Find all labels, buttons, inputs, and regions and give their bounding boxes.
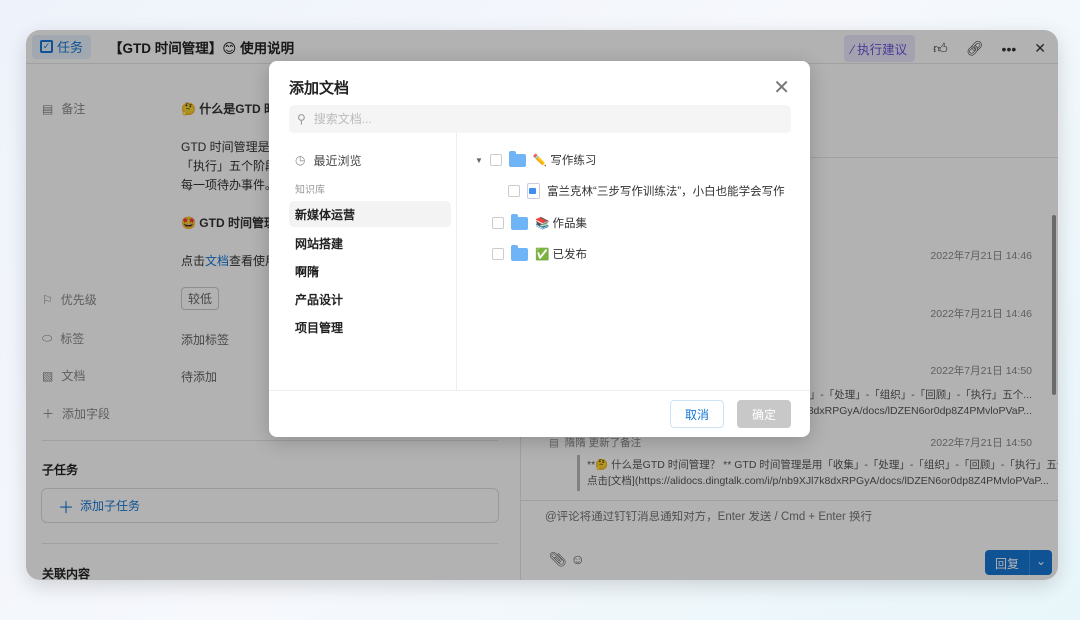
recent-label: 最近浏览 (313, 153, 362, 168)
knowledge-base-list: ◷ 最近浏览 知识库 新媒体运营 网站搭建 啊隋 产品设计 项目管理 (269, 133, 457, 390)
folder-icon (511, 213, 528, 230)
kb-item[interactable]: 项目管理 (289, 314, 451, 340)
cancel-button[interactable]: 取消 (670, 400, 724, 428)
tree-doc[interactable]: 富兰克林“三步写作训练法”，小白也能学会写作 (508, 183, 785, 199)
dialog-title: 添加文档 (289, 80, 350, 97)
search-input[interactable] (313, 112, 754, 126)
search-box: ⚲ (289, 105, 791, 133)
dialog-footer-divider (269, 390, 810, 391)
document-icon (527, 183, 540, 199)
recent-item[interactable]: ◷ 最近浏览 (289, 147, 451, 173)
checkbox[interactable] (489, 154, 502, 166)
kb-item[interactable]: 啊隋 (289, 258, 451, 284)
confirm-button[interactable]: 确定 (737, 400, 791, 428)
checkbox[interactable] (508, 185, 520, 197)
folder-label: ✅ 已发布 (535, 249, 588, 261)
kb-item[interactable]: 网站搭建 (289, 230, 451, 256)
folder-label: 📚 作品集 (535, 218, 588, 230)
kb-item[interactable]: 新媒体运营 (289, 201, 451, 227)
tree-folder[interactable]: 📚 作品集 (492, 213, 588, 231)
caret-down-icon[interactable]: ▼ (475, 156, 483, 165)
tree-folder[interactable]: ▼ ✏️ 写作练习 (475, 150, 597, 168)
folder-icon (511, 244, 528, 261)
section-label: 知识库 (295, 185, 325, 196)
checkbox[interactable] (492, 217, 504, 229)
tree-folder[interactable]: ✅ 已发布 (492, 244, 588, 262)
kb-item[interactable]: 产品设计 (289, 286, 451, 312)
add-document-dialog: 添加文档 ✕ ⚲ ◷ 最近浏览 知识库 新媒体运营 网站搭建 啊隋 产品设计 项目… (269, 61, 810, 437)
search-icon: ⚲ (297, 112, 306, 126)
checkbox[interactable] (492, 248, 504, 260)
doc-label: 富兰克林“三步写作训练法”，小白也能学会写作 (547, 186, 785, 198)
folder-label: ✏️ 写作练习 (532, 155, 597, 167)
close-icon[interactable]: ✕ (773, 75, 790, 100)
clock-icon: ◷ (295, 153, 306, 167)
folder-icon (508, 150, 526, 167)
